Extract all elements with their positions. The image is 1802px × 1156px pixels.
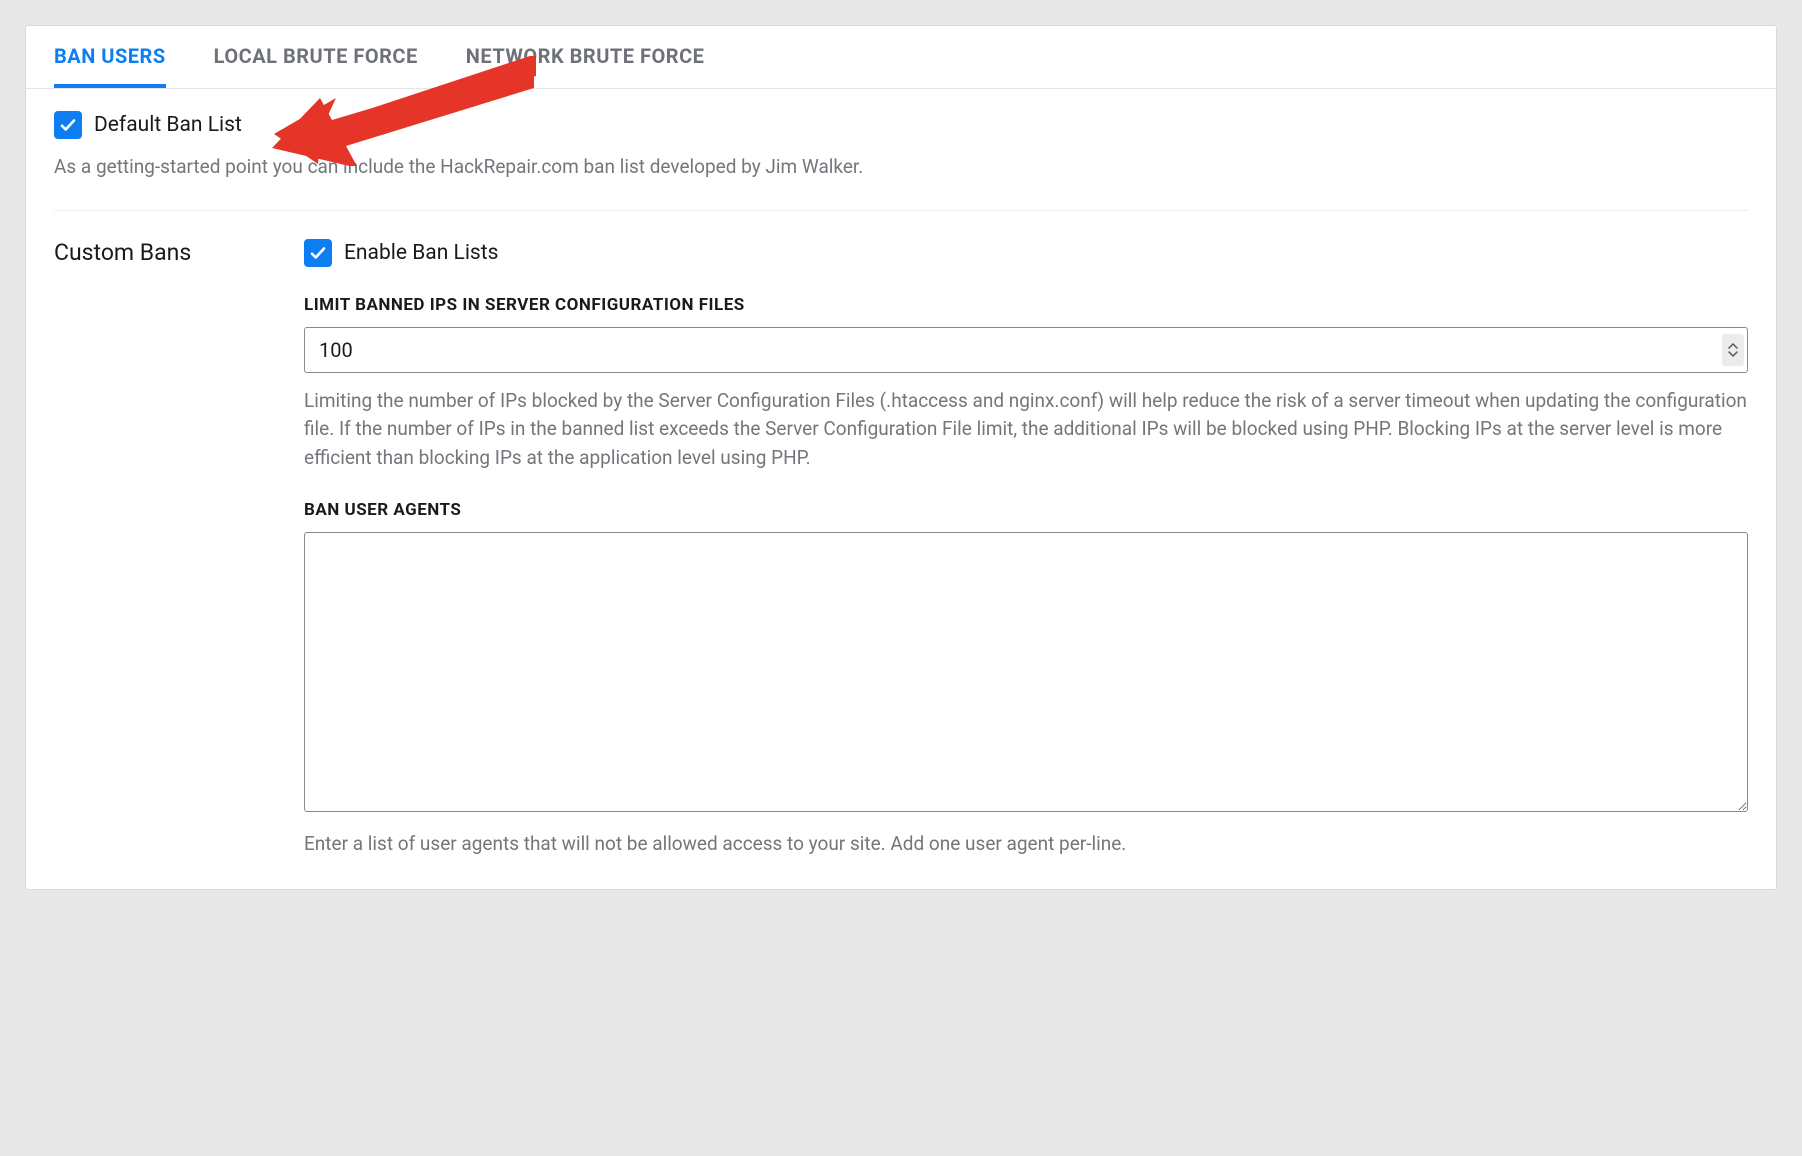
default-ban-description: As a getting-started point you can inclu… [54,153,1748,182]
default-ban-checkbox[interactable] [54,111,82,139]
checkmark-icon [59,116,77,134]
tab-network-brute-force[interactable]: NETWORK BRUTE FORCE [466,26,705,88]
tab-local-brute-force[interactable]: LOCAL BRUTE FORCE [214,26,418,88]
default-ban-row: Default Ban List [54,111,1748,139]
chevron-down-icon [1728,350,1738,358]
default-ban-label: Default Ban List [94,113,242,137]
section-heading-col: Custom Bans [54,239,264,859]
tab-ban-users[interactable]: BAN USERS [54,26,166,88]
enable-ban-lists-row: Enable Ban Lists [304,239,1748,267]
enable-ban-lists-label: Enable Ban Lists [344,241,498,265]
custom-bans-section: Custom Bans Enable Ban Lists LIMIT BANNE… [54,239,1748,859]
ban-agents-help: Enter a list of user agents that will no… [304,830,1748,859]
settings-panel: BAN USERS LOCAL BRUTE FORCE NETWORK BRUT… [25,25,1777,890]
tabs-bar: BAN USERS LOCAL BRUTE FORCE NETWORK BRUT… [26,26,1776,89]
limit-ips-label: LIMIT BANNED IPS IN SERVER CONFIGURATION… [304,295,1748,315]
enable-ban-lists-checkbox[interactable] [304,239,332,267]
limit-ips-stepper[interactable] [1722,334,1744,366]
custom-bans-title: Custom Bans [54,239,264,266]
tab-content: Default Ban List As a getting-started po… [26,89,1776,889]
ban-agents-textarea[interactable] [304,532,1748,812]
section-fields-col: Enable Ban Lists LIMIT BANNED IPS IN SER… [304,239,1748,859]
limit-ips-input[interactable] [304,327,1748,373]
divider [54,210,1748,211]
checkmark-icon [309,244,327,262]
ban-agents-label: BAN USER AGENTS [304,500,1748,520]
limit-ips-field-wrap [304,327,1748,373]
chevron-up-icon [1728,342,1738,350]
limit-ips-help: Limiting the number of IPs blocked by th… [304,387,1748,473]
